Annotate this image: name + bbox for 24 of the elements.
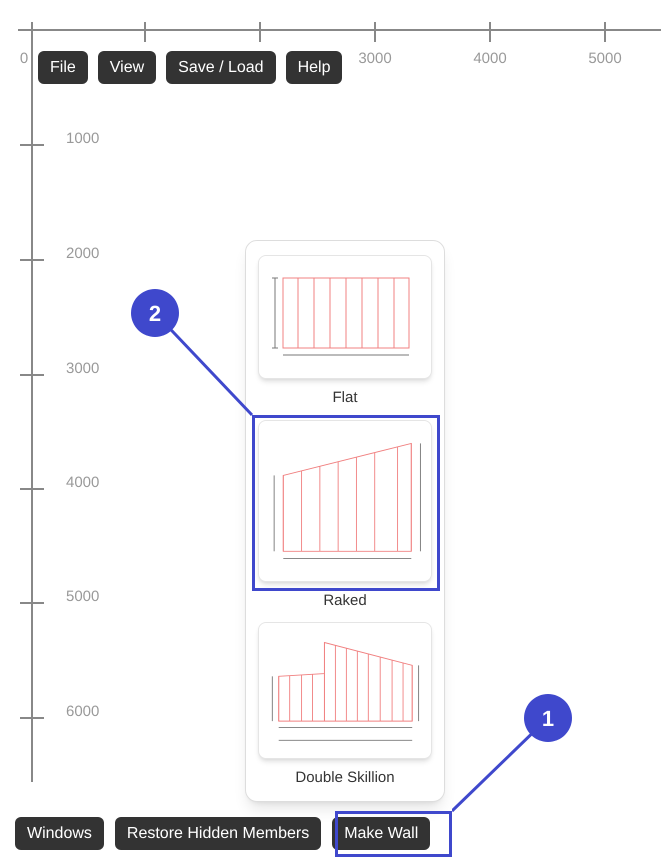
axis-label: 4000 (473, 49, 507, 69)
wall-type-option[interactable] (258, 622, 432, 759)
axis-label: 0 (20, 49, 28, 69)
menu-button[interactable]: View (98, 51, 156, 84)
axis-label: 4000 (66, 472, 100, 493)
axis-label: 2000 (66, 244, 100, 264)
menu-button[interactable]: Save / Load (166, 51, 276, 84)
toolbar-button[interactable]: Make Wall (332, 817, 430, 850)
axis-label: 1000 (66, 128, 100, 149)
wall-type-label: Raked (323, 590, 367, 610)
callout-number: 1 (524, 694, 572, 742)
wall-type-label: Double Skillion (295, 768, 395, 788)
menu-button[interactable]: File (38, 51, 88, 84)
axis-label: 5000 (588, 49, 622, 69)
toolbar-button[interactable]: Windows (15, 817, 104, 850)
axis-label: 3000 (358, 49, 392, 69)
axis-label: 6000 (66, 702, 100, 722)
axis-label: 5000 (66, 586, 100, 607)
wall-type-option[interactable] (258, 255, 432, 379)
menu-button[interactable]: Help (286, 51, 342, 84)
toolbar-button[interactable]: Restore Hidden Members (114, 817, 322, 850)
callout-number: 2 (131, 289, 179, 337)
wall-type-label: Flat (332, 388, 358, 408)
axis-label: 3000 (66, 358, 100, 379)
